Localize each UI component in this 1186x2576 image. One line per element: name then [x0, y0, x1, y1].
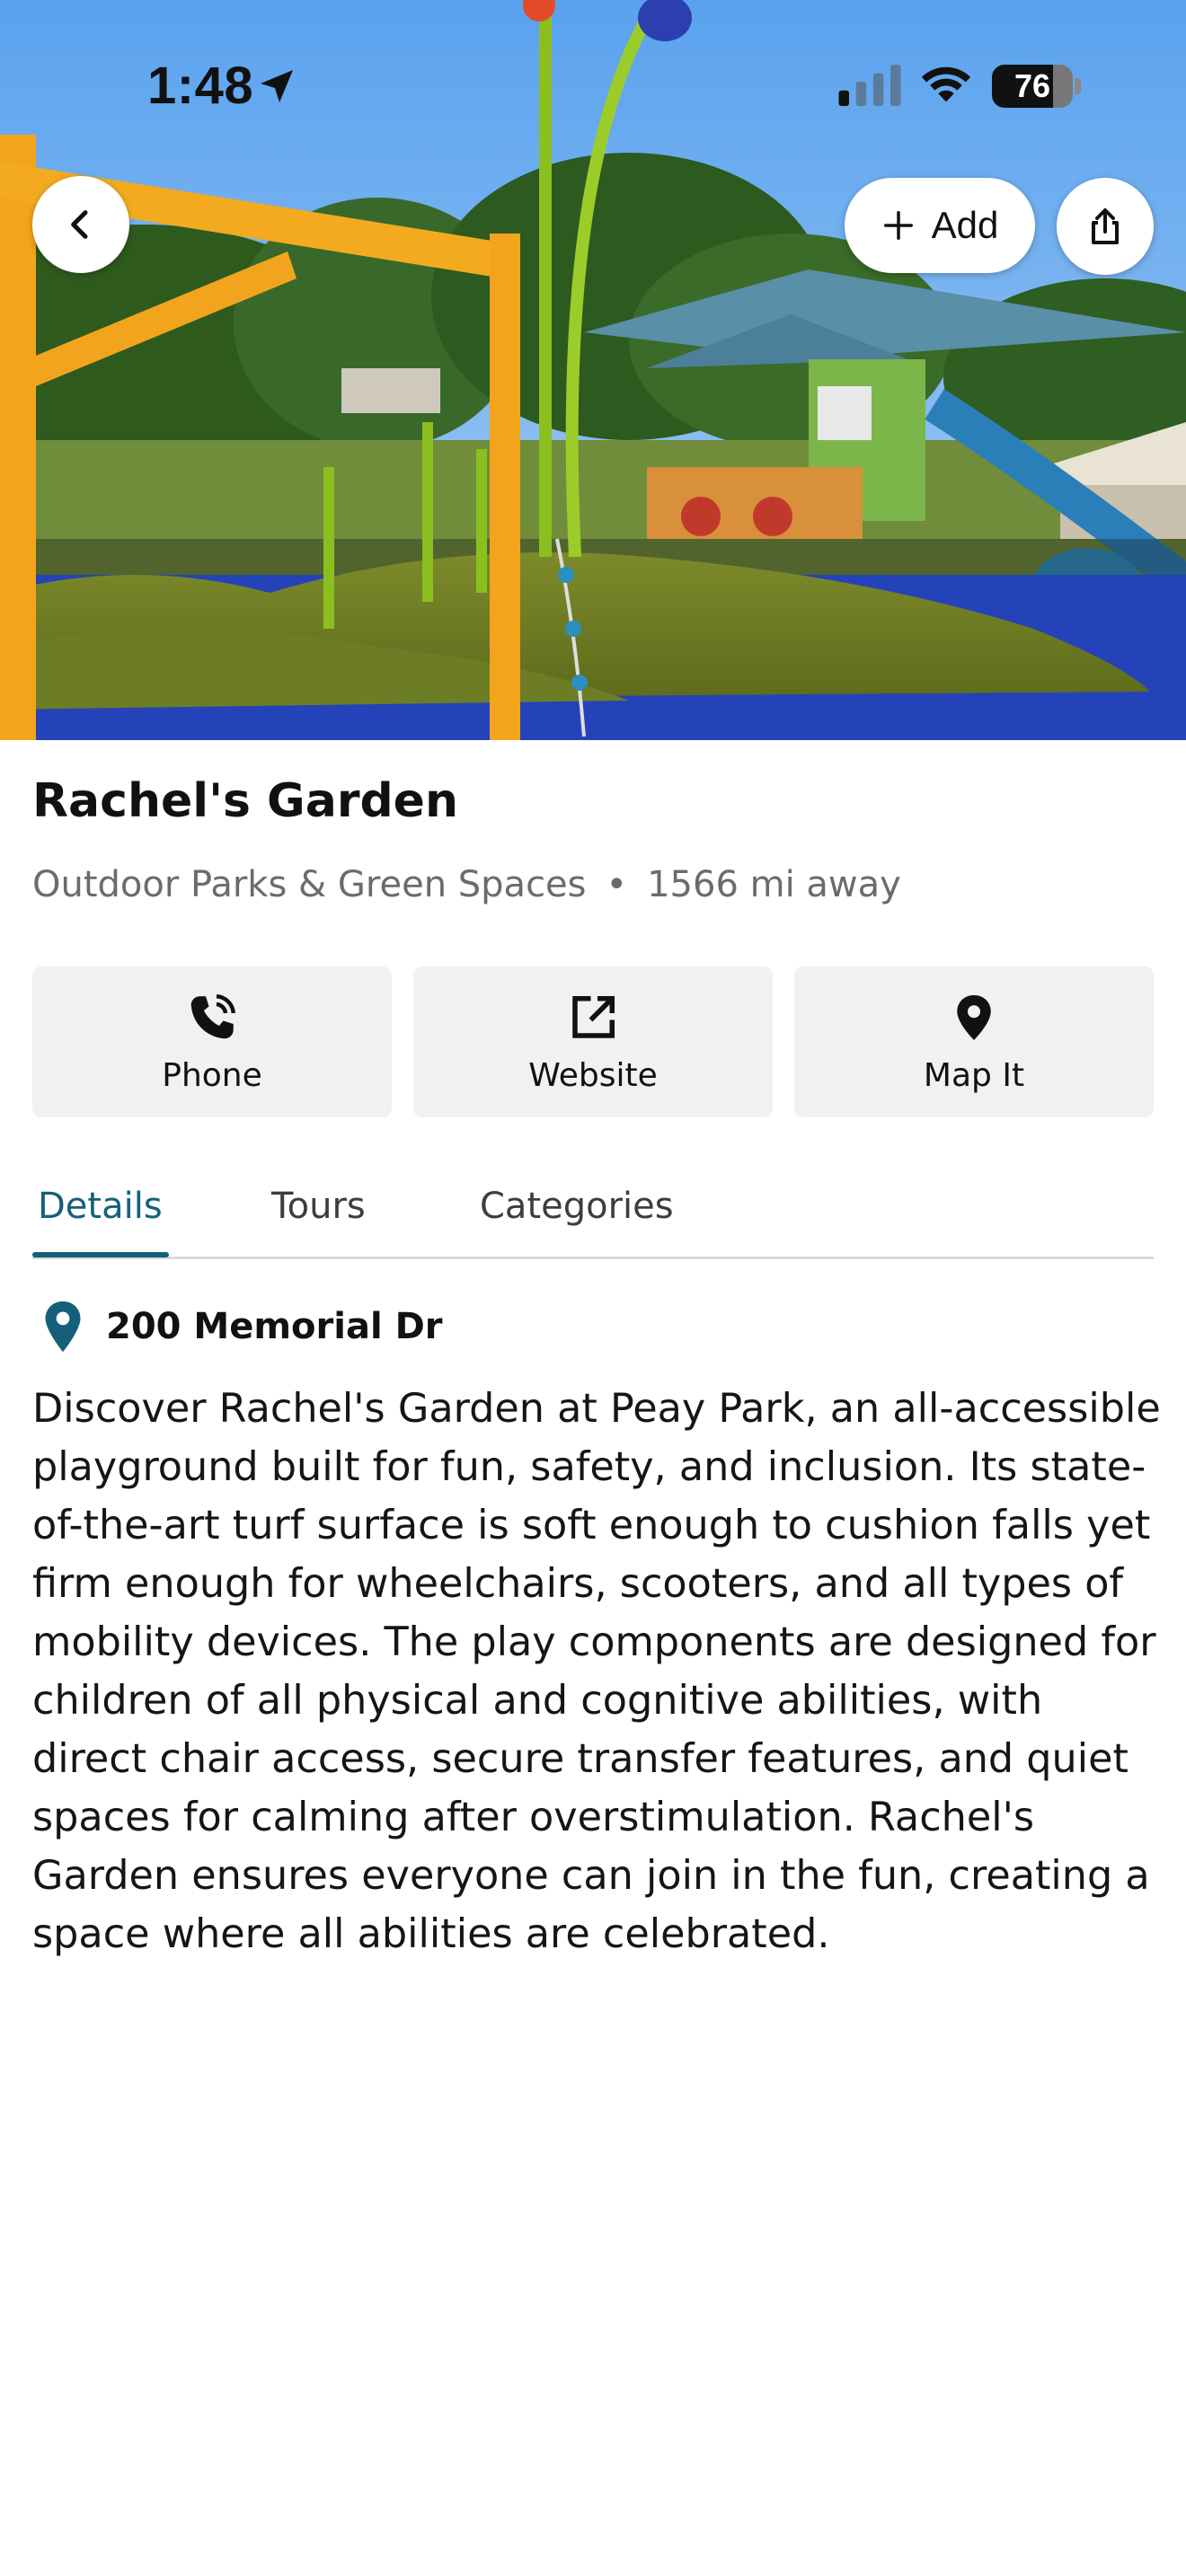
map-pin-icon	[957, 994, 991, 1040]
map-it-button-label: Map It	[923, 1056, 1025, 1094]
back-button[interactable]	[32, 176, 129, 273]
address-row[interactable]: 200 Memorial Dr	[40, 1297, 443, 1356]
location-arrow-icon	[261, 70, 293, 102]
place-category: Outdoor Parks & Green Spaces	[32, 864, 587, 905]
battery-percent: 76	[1013, 67, 1051, 104]
separator-dot: •	[606, 864, 628, 905]
wifi-icon	[921, 66, 971, 102]
place-subtitle: Outdoor Parks & Green Spaces • 1566 mi awa…	[32, 864, 901, 905]
status-bar: 1:48 76	[0, 0, 1186, 171]
tab-bar: Details Tours Categories	[32, 1177, 1154, 1259]
active-tab-indicator	[32, 1252, 169, 1257]
place-distance: 1566 mi away	[647, 864, 901, 905]
add-button-label: Add	[931, 204, 999, 246]
tab-tours[interactable]: Tours	[271, 1186, 366, 1259]
plus-icon	[883, 211, 913, 240]
chevron-left-icon	[71, 210, 88, 239]
cellular-signal-icon	[838, 65, 901, 106]
tab-categories[interactable]: Categories	[480, 1186, 674, 1259]
place-title: Rachel's Garden	[32, 774, 458, 828]
map-it-button[interactable]: Map It	[794, 966, 1154, 1117]
place-description: Discover Rachel's Garden at Peay Park, a…	[32, 1386, 1161, 1957]
add-button[interactable]: Add	[845, 178, 1035, 273]
external-link-icon	[572, 995, 615, 1038]
action-buttons: Phone Website Map It	[32, 966, 1154, 1117]
phone-button-label: Phone	[162, 1056, 262, 1094]
share-button[interactable]	[1057, 178, 1154, 275]
battery-indicator: 76	[992, 65, 1082, 108]
map-pin-icon	[45, 1301, 81, 1353]
hero-image: 1:48 76 Add	[0, 0, 1186, 740]
status-time: 1:48	[147, 57, 254, 115]
phone-button[interactable]: Phone	[32, 966, 392, 1117]
phone-icon	[190, 993, 235, 1038]
website-button[interactable]: Website	[413, 966, 773, 1117]
address-text: 200 Memorial Dr	[106, 1306, 443, 1347]
share-icon	[1092, 208, 1119, 244]
website-button-label: Website	[528, 1056, 658, 1094]
tab-details[interactable]: Details	[38, 1186, 163, 1259]
